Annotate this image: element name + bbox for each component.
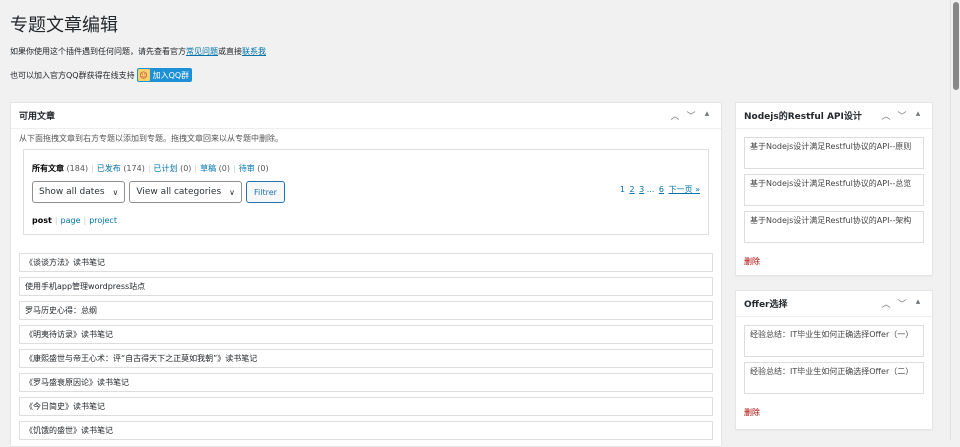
status-all-count: (184) — [66, 164, 89, 173]
topic-panel-header: Nodejs的Restful API设计 ︿ ﹀ ▴ — [736, 103, 932, 129]
list-item[interactable]: 基于Nodejs设计满足Restful协议的API--架构 — [744, 211, 924, 243]
drag-hint: 从下面拖拽文章到右方专题以添加到专题。拖拽文章回来以从专题中删除。 — [19, 134, 283, 143]
list-item[interactable]: 基于Nodejs设计满足Restful协议的API--总览 — [744, 174, 924, 206]
available-articles-header: 可用文章 ︿ ﹀ ▴ — [11, 103, 721, 129]
topic-title: Offer选择 — [744, 300, 788, 310]
contact-link[interactable]: 联系我 — [242, 47, 266, 56]
article-list: 《谈谈方法》读书笔记 使用手机app管理wordpress站点 罗马历史心得：总… — [19, 253, 713, 445]
list-item[interactable]: 《饥饿的盛世》读书笔记 — [19, 421, 713, 440]
help-notice: 如果你使用这个插件遇到任何问题，请先查看官方常见问题或直接联系我 — [10, 46, 266, 57]
status-draft-count: (0) — [218, 164, 231, 173]
help-notice-mid: 或直接 — [218, 47, 242, 56]
triangle-up-icon[interactable]: ▴ — [701, 109, 713, 122]
filter-box: 所有文章 (184) | 已发布 (174) | 已计划 (0) | 草稿 (0) | 待审 (… — [23, 149, 709, 235]
date-filter-value: Show all dates — [39, 187, 105, 197]
panel-actions: ︿ ﹀ ▴ — [880, 109, 924, 122]
post-type-links: post | page | project — [32, 216, 117, 225]
delete-topic-link[interactable]: 删除 — [744, 407, 760, 418]
qq-group-icon: ☺ — [137, 69, 150, 81]
delete-topic-link[interactable]: 删除 — [744, 256, 760, 267]
status-all[interactable]: 所有文章 — [32, 164, 64, 173]
filter-button[interactable]: Filtrer — [246, 181, 285, 203]
chevron-down-icon[interactable]: ﹀ — [685, 109, 697, 122]
category-filter-select[interactable]: View all categories ∨ — [129, 181, 243, 203]
type-page[interactable]: page — [61, 216, 81, 225]
chevron-up-icon[interactable]: ︿ — [880, 297, 892, 310]
topic-panel-nodejs: Nodejs的Restful API设计 ︿ ﹀ ▴ 基于Nodejs设计满足R… — [735, 102, 933, 276]
triangle-up-icon[interactable]: ▴ — [912, 109, 924, 122]
triangle-up-icon[interactable]: ▴ — [912, 297, 924, 310]
list-item[interactable]: 经验总结：IT毕业生如何正确选择Offer（一） — [744, 325, 924, 357]
join-qq-button[interactable]: ☺ 加入QQ群 — [136, 68, 193, 82]
list-item[interactable]: 经验总结：IT毕业生如何正确选择Offer（二） — [744, 362, 924, 394]
category-filter-value: View all categories — [136, 187, 222, 197]
chevron-down-icon: ∨ — [112, 187, 119, 197]
page-current: 1 — [619, 185, 625, 194]
list-item[interactable]: 使用手机app管理wordpress站点 — [19, 277, 713, 296]
page-title: 专题文章编辑 — [10, 15, 118, 36]
filter-controls: Show all dates ∨ View all categories ∨ F… — [32, 181, 285, 203]
page-scrollbar[interactable] — [950, 0, 960, 440]
next-page-link[interactable]: 下一页 » — [669, 185, 700, 194]
topic-panel-offer: Offer选择 ︿ ﹀ ▴ 经验总结：IT毕业生如何正确选择Offer（一） 经… — [735, 290, 933, 430]
chevron-up-icon[interactable]: ︿ — [880, 109, 892, 122]
page-ellipsis: ... — [646, 185, 655, 194]
chevron-up-icon[interactable]: ︿ — [669, 109, 681, 122]
chevron-down-icon: ∨ — [229, 187, 236, 197]
list-item[interactable]: 基于Nodejs设计满足Restful协议的API--原则 — [744, 137, 924, 169]
scrollbar-thumb[interactable] — [953, 2, 959, 90]
status-pending[interactable]: 待审 — [239, 164, 255, 173]
chevron-down-icon[interactable]: ﹀ — [896, 109, 908, 122]
status-draft[interactable]: 草稿 — [200, 164, 216, 173]
chevron-down-icon[interactable]: ﹀ — [896, 297, 908, 310]
faq-link[interactable]: 常见问题 — [186, 47, 218, 56]
available-articles-title: 可用文章 — [19, 112, 56, 122]
qq-notice: 也可以加入官方QQ群获得在线支持 ☺ 加入QQ群 — [10, 68, 193, 82]
help-notice-text: 如果你使用这个插件遇到任何问题，请先查看官方 — [10, 47, 186, 56]
join-qq-label: 加入QQ群 — [152, 70, 190, 80]
topic-title: Nodejs的Restful API设计 — [744, 112, 862, 122]
list-item[interactable]: 《今日简史》读书笔记 — [19, 397, 713, 416]
panel-actions: ︿ ﹀ ▴ — [880, 297, 924, 310]
type-post[interactable]: post — [32, 216, 52, 225]
topic-panel-header: Offer选择 ︿ ﹀ ▴ — [736, 291, 932, 317]
type-project[interactable]: project — [89, 216, 117, 225]
list-item[interactable]: 《明夷待访录》读书笔记 — [19, 325, 713, 344]
available-articles-panel: 可用文章 ︿ ﹀ ▴ 从下面拖拽文章到右方专题以添加到专题。拖拽文章回来以从专题… — [10, 102, 722, 447]
list-item[interactable]: 《康熙盛世与帝王心术：评“自古得天下之正莫如我朝”》读书笔记 — [19, 349, 713, 368]
qq-notice-text: 也可以加入官方QQ群获得在线支持 — [10, 70, 135, 80]
page-link-3[interactable]: 3 — [639, 185, 644, 194]
page-link-2[interactable]: 2 — [629, 185, 634, 194]
list-item[interactable]: 罗马历史心得：总纲 — [19, 301, 713, 320]
list-item[interactable]: 《谈谈方法》读书笔记 — [19, 253, 713, 272]
status-filter-links: 所有文章 (184) | 已发布 (174) | 已计划 (0) | 草稿 (0) | 待审 (… — [32, 164, 269, 173]
date-filter-select[interactable]: Show all dates ∨ — [32, 181, 126, 203]
list-item[interactable]: 《罗马盛衰原因论》读书笔记 — [19, 373, 713, 392]
page-link-6[interactable]: 6 — [659, 185, 664, 194]
pagination: 1 2 3 ... 6 下一页 » — [620, 184, 700, 195]
status-pending-count: (0) — [257, 164, 269, 173]
panel-actions: ︿ ﹀ ▴ — [669, 109, 713, 122]
status-published[interactable]: 已发布 — [97, 164, 121, 173]
status-scheduled[interactable]: 已计划 — [154, 164, 178, 173]
status-published-count: (174) — [123, 164, 145, 173]
status-scheduled-count: (0) — [180, 164, 192, 173]
